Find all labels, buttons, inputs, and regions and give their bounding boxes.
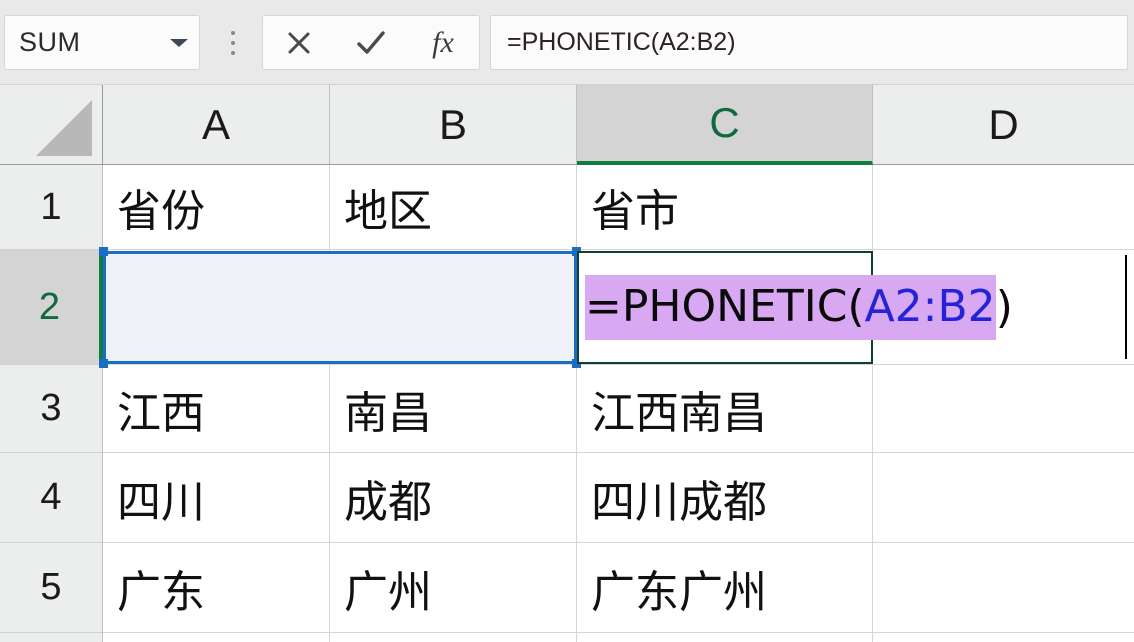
cell-c4[interactable]: 四川成都 <box>577 453 873 543</box>
check-icon <box>354 28 388 58</box>
select-all-corner[interactable] <box>0 85 103 165</box>
row-header-label: 5 <box>40 566 62 608</box>
select-all-triangle-icon <box>36 100 92 156</box>
insert-function-button[interactable]: fx <box>407 16 479 69</box>
cell-a6[interactable] <box>103 633 330 642</box>
row-header-label: 4 <box>40 476 62 518</box>
formula-text-before: =PHONETIC( <box>585 275 865 340</box>
column-header-label: D <box>988 100 1019 148</box>
column-header-label: A <box>201 100 230 148</box>
formula-range-reference: A2:B2 <box>864 275 996 340</box>
close-x-icon <box>284 28 314 58</box>
formula-input[interactable]: =PHONETIC(A2:B2) <box>490 15 1128 70</box>
cell-b6[interactable] <box>330 633 577 642</box>
row-header-4[interactable]: 4 <box>0 453 103 543</box>
row-header-5[interactable]: 5 <box>0 543 103 633</box>
cell-b3[interactable]: 南昌 <box>330 365 577 453</box>
cell-c5[interactable]: 广东广州 <box>577 543 873 633</box>
column-header-label: C <box>709 99 740 146</box>
confirm-button[interactable] <box>335 16 407 69</box>
formula-input-value: =PHONETIC(A2:B2) <box>507 28 736 56</box>
column-header-a[interactable]: A <box>103 85 330 165</box>
cell-c6[interactable] <box>577 633 873 642</box>
cell-d5[interactable] <box>873 543 1134 633</box>
cell-value: 广东广州 <box>591 566 767 618</box>
spreadsheet-grid[interactable]: A B C D 1 2 3 4 5 省份 地区 省市 浙江 杭州 江西 南昌 江… <box>0 85 1134 642</box>
cell-b2[interactable]: 杭州 <box>330 250 577 365</box>
cell-value: 广东 <box>117 566 205 618</box>
cell-b4[interactable]: 成都 <box>330 453 577 543</box>
name-box-value: SUM <box>19 27 81 57</box>
row-header-label: 2 <box>38 285 61 328</box>
cell-value: 广州 <box>344 566 432 618</box>
insert-function-label: fx <box>432 25 454 59</box>
column-header-c[interactable]: C <box>577 85 873 165</box>
text-cursor-caret <box>1125 255 1127 359</box>
formula-text-after: ) <box>995 282 1013 333</box>
cell-d6[interactable] <box>873 633 1134 642</box>
formula-bar-strip: SUM fx =PHONETIC(A2:B2) <box>0 0 1134 85</box>
column-header-d[interactable]: D <box>873 85 1134 165</box>
cell-value: 省市 <box>591 186 679 237</box>
column-header-label: B <box>438 100 467 148</box>
cell-value: 成都 <box>344 476 432 528</box>
cell-a1[interactable]: 省份 <box>103 165 330 250</box>
selection-handle-top-left[interactable] <box>99 247 108 256</box>
row-header-label: 3 <box>40 387 62 429</box>
cell-b5[interactable]: 广州 <box>330 543 577 633</box>
cell-value: 杭州 <box>344 286 432 337</box>
cell-d1[interactable] <box>873 165 1134 250</box>
cell-a5[interactable]: 广东 <box>103 543 330 633</box>
row-header-2[interactable]: 2 <box>0 250 103 365</box>
excel-window: SUM fx =PHONETIC(A2:B2) A B C D 1 2 3 4 … <box>0 0 1134 642</box>
cell-b1[interactable]: 地区 <box>330 165 577 250</box>
cell-value: 江西 <box>117 387 205 439</box>
cell-c3[interactable]: 江西南昌 <box>577 365 873 453</box>
cell-a2[interactable]: 浙江 <box>103 250 330 365</box>
row-header-6-partial[interactable] <box>0 633 103 642</box>
cell-c1[interactable]: 省市 <box>577 165 873 250</box>
chevron-down-icon[interactable] <box>159 16 199 69</box>
cell-a4[interactable]: 四川 <box>103 453 330 543</box>
cell-value: 南昌 <box>344 387 432 439</box>
selection-handle-bottom-left[interactable] <box>99 359 108 368</box>
cell-value: 地区 <box>344 186 432 237</box>
name-box[interactable]: SUM <box>4 15 200 70</box>
row-header-label: 1 <box>40 185 62 228</box>
fx-icon: fx <box>432 26 454 60</box>
active-cell-editor-text[interactable]: =PHONETIC(A2:B2) <box>585 253 1013 362</box>
cell-value: 江西南昌 <box>591 387 767 439</box>
cancel-button[interactable] <box>263 16 335 69</box>
cell-value: 四川 <box>117 476 205 528</box>
row-header-1[interactable]: 1 <box>0 165 103 250</box>
cell-value: 浙江 <box>117 286 205 337</box>
kebab-menu-icon[interactable] <box>222 28 244 58</box>
cell-d4[interactable] <box>873 453 1134 543</box>
cell-d3[interactable] <box>873 365 1134 453</box>
cell-value: 省份 <box>117 186 205 237</box>
row-header-3[interactable]: 3 <box>0 365 103 453</box>
column-header-row: A B C D <box>0 85 1134 165</box>
formula-action-group: fx <box>262 15 480 70</box>
cell-value: 四川成都 <box>591 476 767 528</box>
column-header-b[interactable]: B <box>330 85 577 165</box>
cell-a3[interactable]: 江西 <box>103 365 330 453</box>
